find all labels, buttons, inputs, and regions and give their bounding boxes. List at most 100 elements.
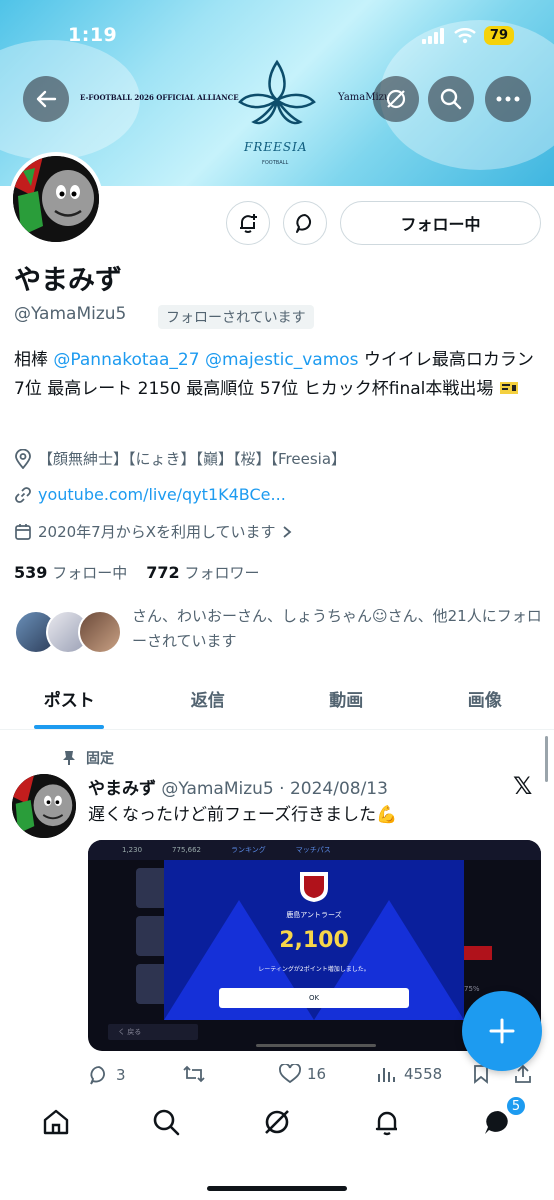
home-indicator[interactable] <box>207 1186 347 1191</box>
post-text: 遅くなったけど前フェーズ行きました💪 <box>88 805 398 825</box>
grok-icon <box>386 89 406 109</box>
game-back-button: く 戻る <box>108 1024 198 1040</box>
messages-badge: 5 <box>505 1095 527 1117</box>
search-icon <box>153 1109 180 1136</box>
avatar-image <box>12 774 76 838</box>
search-icon <box>440 88 462 110</box>
nav-grok[interactable] <box>257 1102 297 1142</box>
location-row: 【顔無紳士】【にょき】【巓】【桜】【Freesia】 <box>14 448 346 469</box>
location-text: 【顔無紳士】【にょき】【巓】【桜】【Freesia】 <box>38 450 347 468</box>
tab-posts[interactable]: ポスト <box>0 676 139 729</box>
status-indicators: 79 <box>421 26 514 45</box>
home-icon <box>43 1109 69 1135</box>
calendar-icon <box>15 523 31 540</box>
game-home-indicator <box>256 1044 376 1047</box>
bottom-navigation <box>0 1088 554 1200</box>
notify-button[interactable] <box>226 201 270 245</box>
more-button[interactable] <box>485 76 531 122</box>
post-actions: 3 16 4558 <box>88 1064 548 1088</box>
wifi-icon <box>454 27 476 43</box>
signal-icon <box>421 27 444 44</box>
banner-brand: FREESIA <box>244 140 308 154</box>
view-count: 4558 <box>404 1065 443 1083</box>
bio-mention-link[interactable]: @Pannakotaa_27 <box>53 350 199 370</box>
message-button[interactable] <box>283 201 327 245</box>
link-icon <box>15 486 31 503</box>
scrollbar[interactable] <box>545 736 548 782</box>
followers-label: フォロワー <box>184 564 260 582</box>
following-label: フォロー中 <box>52 564 128 582</box>
bio-prefix: 相棒 <box>14 350 54 370</box>
views-icon <box>378 1068 395 1082</box>
tab-replies[interactable]: 返信 <box>139 676 278 729</box>
arrow-left-icon <box>36 90 57 108</box>
banner-alliance-text: E-FOOTBALL 2026 OFFICIAL ALLIANCE <box>80 93 239 102</box>
nav-home[interactable] <box>36 1102 76 1142</box>
grok-icon <box>265 1110 289 1134</box>
reply-action[interactable]: 3 <box>88 1064 126 1086</box>
game-top-bar: 1,230 775,662 ランキング マッチパス <box>88 840 541 860</box>
bio-mention-link[interactable]: @majestic_vamos <box>205 350 359 370</box>
followers-count: 772 <box>146 563 180 582</box>
repost-icon <box>183 1065 205 1083</box>
followed-by-text[interactable]: さん、わいおーさん、しょうちゃん☺さん、他21人にフォローされています <box>132 604 542 654</box>
compose-button[interactable] <box>462 991 542 1071</box>
game-coins: 1,230 <box>122 846 143 854</box>
follows-you-badge: フォローされています <box>158 305 314 329</box>
pinned-label: 固定 <box>86 751 114 767</box>
views-action[interactable]: 4558 <box>376 1064 442 1084</box>
profile-name: やまみず <box>14 265 122 296</box>
profile-website-link[interactable]: youtube.com/live/qyt1K4BCe... <box>38 485 286 504</box>
follower-avatar[interactable] <box>78 610 122 654</box>
joined-row[interactable]: 2020年7月からXを利用しています <box>14 521 292 542</box>
game-popup: 鹿島アントラーズ 2,100 レーティングが2ポイント増加しました。 OK <box>164 860 464 1020</box>
back-button[interactable] <box>23 76 69 122</box>
profile-tabs: ポスト 返信 動画 画像 <box>0 676 554 730</box>
search-button[interactable] <box>428 76 474 122</box>
battery-level: 79 <box>483 26 514 45</box>
grok-button[interactable] <box>373 76 419 122</box>
game-ok-button: OK <box>219 988 409 1008</box>
game-match-pass: マッチパス <box>295 846 331 854</box>
game-ranking: ランキング <box>231 846 266 854</box>
profile-handle: @YamaMizu5 <box>14 304 127 324</box>
bell-plus-icon <box>240 214 257 233</box>
like-action[interactable]: 16 <box>279 1064 326 1084</box>
following-button[interactable]: フォロー中 <box>340 201 541 245</box>
bell-icon <box>375 1111 397 1136</box>
plus-icon <box>489 1018 515 1044</box>
post-author-name[interactable]: やまみず <box>88 779 156 799</box>
profile-bio: 相棒 @Pannakotaa_27 @majestic_vamos ウイイレ最高… <box>14 346 544 404</box>
freesia-flower-logo <box>238 59 316 125</box>
banner-sub: FOOTBALL <box>262 160 289 166</box>
team-crest-icon <box>300 872 328 902</box>
pinned-label-row: 固定 <box>62 748 114 768</box>
post-header: やまみず @YamaMizu5 · 2024/08/13 <box>88 774 388 799</box>
game-points: 775,662 <box>172 846 201 854</box>
chat-bubble-icon <box>296 214 312 233</box>
profile-avatar[interactable] <box>9 152 103 246</box>
link-row: youtube.com/live/qyt1K4BCe... <box>14 485 286 504</box>
nav-notifications[interactable] <box>367 1102 407 1142</box>
status-time: 1:19 <box>68 24 118 46</box>
game-team-name: 鹿島アントラーズ <box>286 911 342 919</box>
game-red-bar <box>464 946 492 960</box>
tab-videos[interactable]: 動画 <box>277 676 416 729</box>
avatar-image <box>13 156 99 242</box>
tab-images[interactable]: 画像 <box>416 676 554 729</box>
like-count: 16 <box>307 1065 327 1083</box>
ticket-emoji-icon <box>499 382 518 394</box>
followers-stat[interactable]: 772 フォロワー <box>146 563 260 582</box>
post-author-avatar[interactable] <box>12 774 76 838</box>
x-logo-icon: 𝕏 <box>513 772 533 800</box>
following-stat[interactable]: 539 フォロー中 <box>14 563 128 582</box>
game-rating: 2,100 <box>279 928 349 953</box>
post-handle-date: @YamaMizu5 · 2024/08/13 <box>161 779 388 799</box>
following-count: 539 <box>14 563 48 582</box>
repost-action[interactable] <box>182 1064 206 1084</box>
more-dots-icon <box>496 96 520 102</box>
nav-search[interactable] <box>146 1102 186 1142</box>
chevron-right-icon <box>282 525 291 538</box>
joined-text: 2020年7月からXを利用しています <box>38 523 276 541</box>
heart-icon <box>279 1064 301 1084</box>
